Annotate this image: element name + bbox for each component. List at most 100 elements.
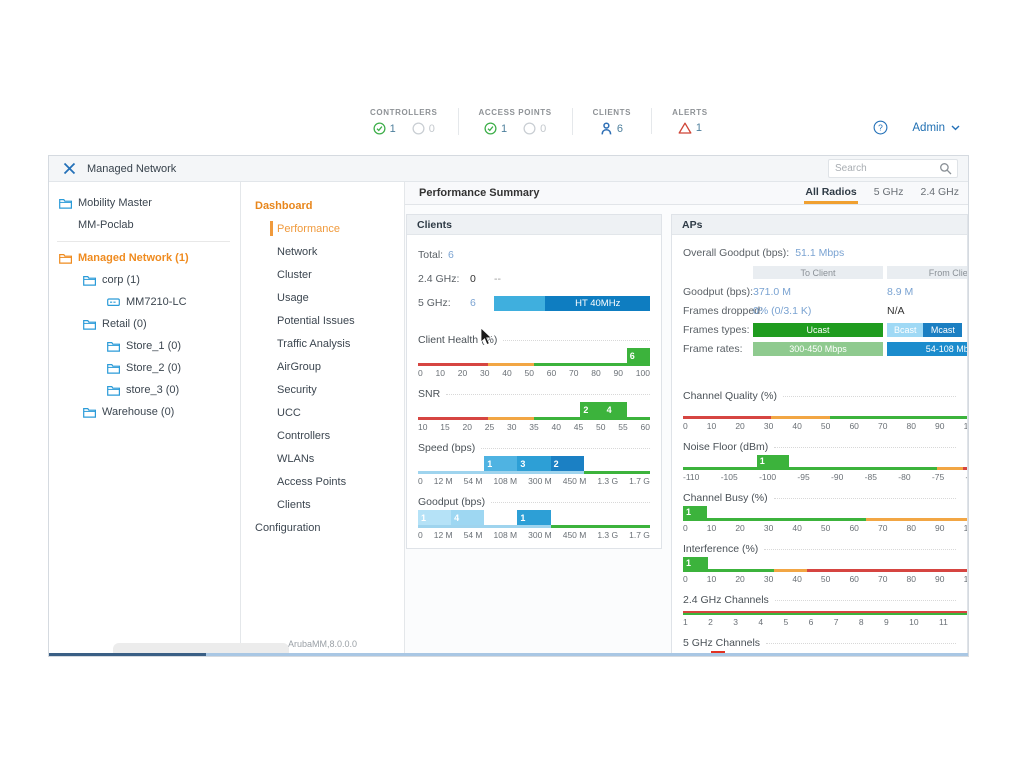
axis-tick: 60 (547, 368, 556, 378)
metric-clients[interactable]: CLIENTS6 (572, 108, 651, 135)
tree-item-store-3-0-[interactable]: store_3 (0) (49, 379, 240, 401)
metric-access-points[interactable]: ACCESS POINTS10 (458, 108, 572, 135)
menu-item-cluster[interactable]: Cluster (241, 263, 404, 286)
ht-mode-bar: HT 40MHz (494, 296, 650, 311)
tab-5-ghz[interactable]: 5 GHz (873, 182, 905, 204)
histogram-area: 141012 M54 M108 M300 M450 M1.3 G1.7 G (418, 509, 650, 540)
search-icon[interactable] (939, 162, 952, 175)
circle-icon (412, 122, 425, 135)
menu-item-network[interactable]: Network (241, 240, 404, 263)
clients-total-row: Total: 6 (418, 243, 650, 267)
aps-table-header-row: To ClientFrom Client (683, 263, 956, 282)
baseline-segment (418, 525, 551, 528)
menu-item-clients[interactable]: Clients (241, 493, 404, 516)
folder-icon (83, 319, 96, 330)
tree-item-store-1-0-[interactable]: Store_1 (0) (49, 335, 240, 357)
tree-item-managed-network-1-[interactable]: Managed Network (1) (49, 247, 240, 269)
tree-item-corp-1-[interactable]: corp (1) (49, 269, 240, 291)
menu-item-traffic-analysis[interactable]: Traffic Analysis (241, 332, 404, 355)
account-area: ? Admin (873, 120, 960, 135)
axis-tick: 60 (849, 421, 858, 431)
folder-icon (59, 253, 72, 264)
value-bar-ucast: Ucast (753, 323, 883, 337)
tree-item-mm7210-lc[interactable]: MM7210-LC (49, 291, 240, 313)
tree-item-mm-poclab[interactable]: MM-Poclab (49, 214, 240, 236)
tree-item-warehouse-0-[interactable]: Warehouse (0) (49, 401, 240, 423)
axis-tick: 10 (418, 422, 427, 432)
axis-tick: 20 (458, 368, 467, 378)
axis-tick: 50 (821, 421, 830, 431)
tree-item-store-2-0-[interactable]: Store_2 (0) (49, 357, 240, 379)
scrollbar-thumb[interactable] (113, 643, 289, 653)
histogram-bar: 1 (757, 455, 789, 467)
column-header-from-client: From Client (887, 266, 967, 279)
menu-item-performance[interactable]: Performance (241, 217, 404, 240)
cell-value: 0% (0/3.1 K) (753, 305, 811, 317)
axis-tick: -70 (966, 472, 967, 482)
histogram-bar: 1 (683, 506, 707, 518)
axis-tick: 100 (964, 421, 967, 431)
close-network-icon[interactable] (63, 162, 76, 175)
axis-tick: 10 (707, 574, 716, 584)
menu-item-wlans[interactable]: WLANs (241, 447, 404, 470)
dotted-leader (503, 340, 650, 341)
menu-item-controllers[interactable]: Controllers (241, 424, 404, 447)
histogram-axis: 012 M54 M108 M300 M450 M1.3 G1.7 G (418, 476, 650, 486)
histogram-baseline (683, 467, 967, 470)
axis-tick: 60 (849, 523, 858, 533)
dotted-leader (783, 396, 956, 397)
axis-tick: 70 (569, 368, 578, 378)
menu-item-dashboard[interactable]: Dashboard (241, 194, 404, 217)
menu-item-potential-issues[interactable]: Potential Issues (241, 309, 404, 332)
folder-icon (59, 198, 72, 209)
chevron-down-icon (951, 125, 960, 131)
metric-controllers[interactable]: CONTROLLERS10 (350, 108, 458, 135)
tree-item-label: corp (1) (102, 274, 140, 286)
histogram-title-row: 2.4 GHz Channels (683, 593, 956, 607)
menu-item-security[interactable]: Security (241, 378, 404, 401)
bar-cell: Ucast (753, 323, 883, 337)
help-icon[interactable]: ? (873, 120, 888, 135)
axis-tick: 100 (964, 523, 967, 533)
metric-alerts[interactable]: ALERTS1 (651, 108, 728, 134)
axis-tick: 90 (935, 523, 944, 533)
menu-item-usage[interactable]: Usage (241, 286, 404, 309)
tree-divider (57, 241, 230, 242)
metric-label: ACCESS POINTS (479, 108, 552, 117)
histogram-bar: 1 (418, 510, 451, 525)
user-icon (601, 122, 613, 135)
metric-value: 6 (617, 123, 623, 135)
page-title: Performance Summary (419, 187, 539, 199)
histogram-bar-value: 4 (607, 405, 612, 415)
total-value: 6 (448, 249, 472, 261)
menu-item-access-points[interactable]: Access Points (241, 470, 404, 493)
axis-tick: 50 (596, 422, 605, 432)
axis-tick: 90 (614, 368, 623, 378)
aps-row-label: Goodput (bps): (683, 286, 753, 298)
menu-item-airgroup[interactable]: AirGroup (241, 355, 404, 378)
histogram-title: SNR (418, 388, 440, 400)
axis-tick: -85 (865, 472, 877, 482)
ht-bar-segment (494, 296, 545, 311)
menu-item-configuration[interactable]: Configuration (241, 516, 404, 539)
warning-triangle-icon (678, 122, 692, 134)
dotted-leader (766, 643, 956, 644)
histogram-bar-value: 4 (454, 513, 459, 523)
axis-tick: -75 (932, 472, 944, 482)
user-menu[interactable]: Admin (912, 122, 960, 134)
tab-2-4-ghz[interactable]: 2.4 GHz (919, 182, 960, 204)
menu-item-ucc[interactable]: UCC (241, 401, 404, 424)
tab-all-radios[interactable]: All Radios (804, 182, 857, 204)
search-input[interactable] (829, 163, 939, 174)
axis-tick: -110 (683, 472, 699, 482)
value-bar-bcast: Bcast (887, 323, 923, 337)
axis-tick: 54 M (464, 530, 483, 540)
axis-tick: 1.7 G (629, 476, 650, 486)
axis-tick: 60 (641, 422, 650, 432)
baseline-segment (830, 416, 967, 419)
check-circle-icon (373, 122, 386, 135)
tree-item-retail-0-[interactable]: Retail (0) (49, 313, 240, 335)
tree-item-mobility-master[interactable]: Mobility Master (49, 192, 240, 214)
window-title: Managed Network (87, 163, 176, 175)
histogram-axis: -110-105-100-95-90-85-80-75-70 (683, 472, 967, 482)
